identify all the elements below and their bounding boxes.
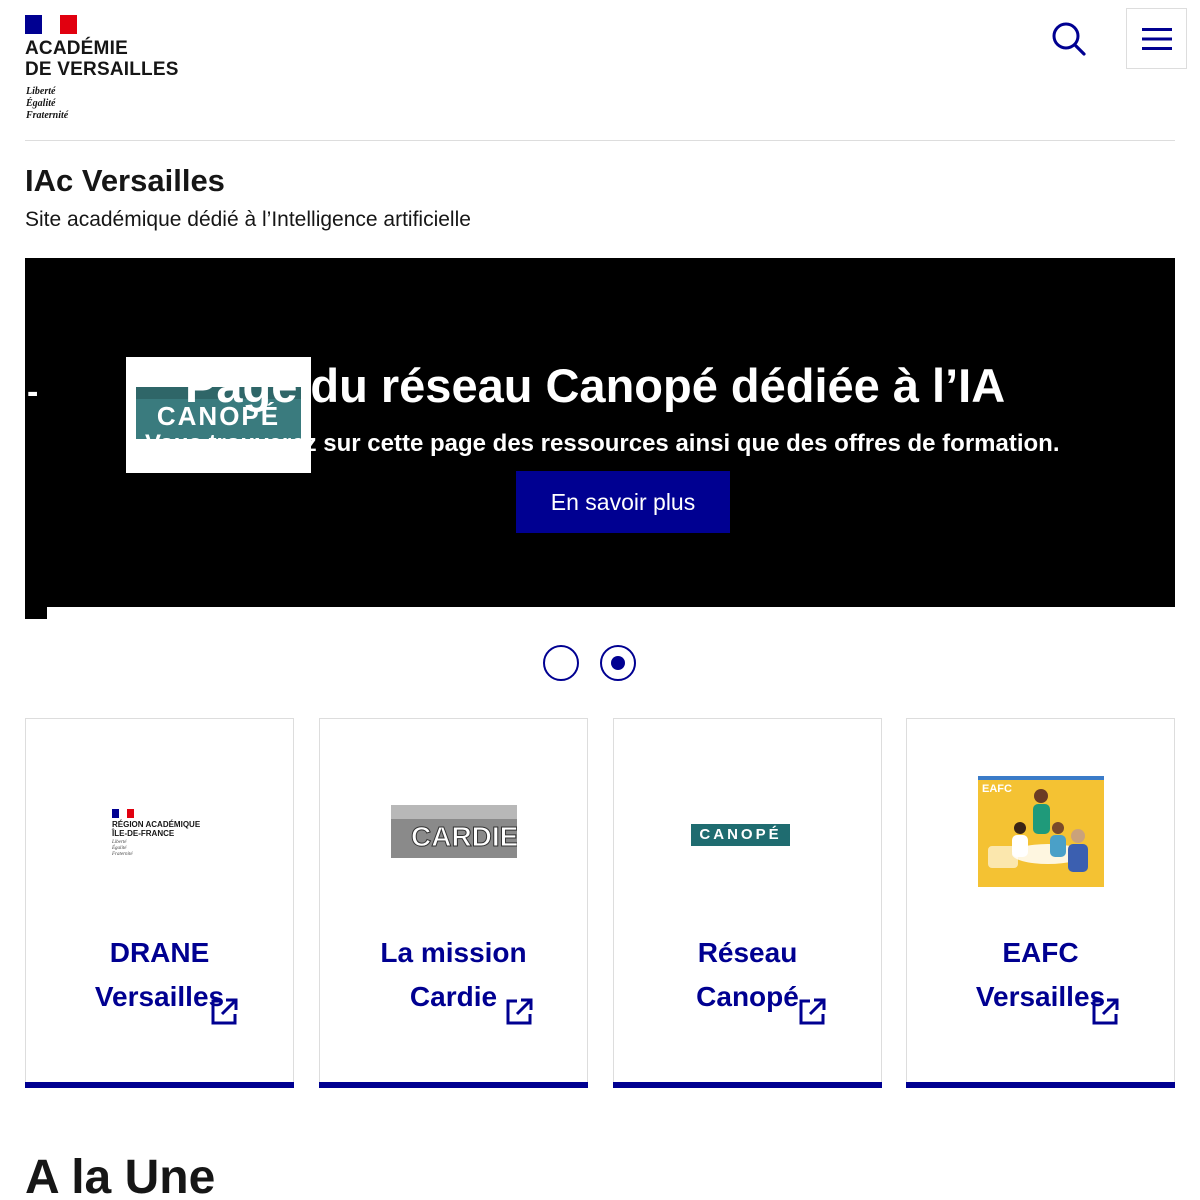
eafc-illustration: EAFC [978,776,1104,887]
card-title[interactable]: DRANE Versailles [26,931,293,1019]
cardie-logo-text: CARDIE [410,821,517,853]
search-icon [1052,22,1086,56]
motto-egalite: Égalité [26,98,56,109]
carousel-pagination [543,645,639,681]
menu-button[interactable] [1126,8,1187,69]
drane-logo-line-2: ÎLE-DE-FRANCE [112,829,175,838]
canope-logo: CANOPÉ [691,824,790,846]
card-title-line-1: EAFC [1002,937,1079,968]
card-eafc-versailles[interactable]: EAFC EAFC Versailles [906,718,1175,1088]
card-reseau-canope[interactable]: CANOPÉ Réseau Canopé [613,718,882,1088]
external-link-icon [1092,998,1119,1025]
hero-carousel: - CANOPÉ Page du réseau Canopé dédiée à … [25,258,1175,619]
external-link-icon [799,998,826,1025]
card-bottom-accent [613,1082,882,1088]
motto-fraternite: Fraternité [26,110,69,121]
learn-more-button[interactable]: En savoir plus [516,471,730,533]
card-title-line-1: DRANE [109,937,210,968]
section-heading-a-la-une: A la Une [25,1151,216,1200]
card-title[interactable]: Réseau Canopé [614,931,881,1019]
drane-logo: RÉGION ACADÉMIQUE ÎLE-DE-FRANCE Liberté … [112,809,222,863]
brand-line-1: ACADÉMIE [25,38,128,59]
card-title-line-1: La mission [380,937,527,968]
card-title-line-2: Canopé [696,981,799,1012]
marianne-flag-icon [112,809,134,818]
drane-logo-motto-3: Fraternité [112,852,133,857]
card-title-line-1: Réseau [697,937,798,968]
card-title[interactable]: EAFC Versailles [907,931,1174,1019]
card-bottom-accent [906,1082,1175,1088]
card-title[interactable]: La mission Cardie [320,931,587,1019]
external-link-icon [211,998,238,1025]
cardie-logo: CARDIE [391,805,517,858]
carousel-bottom-border [47,607,1175,619]
search-button[interactable] [1050,20,1088,58]
card-title-line-2: Versailles [94,981,225,1012]
people-meeting-icon [988,789,1088,872]
card-title-line-2: Cardie [409,981,498,1012]
site-title[interactable]: IAc Versailles [25,163,225,199]
carousel-previous-slide-fragment: - [27,373,39,411]
site-header: ACADÉMIE DE VERSAILLES Liberté Égalité F… [0,0,1200,140]
card-bottom-accent [319,1082,588,1088]
card-bottom-accent [25,1082,294,1088]
header-divider [25,140,1175,141]
slide-title: Page du réseau Canopé dédiée à l’IA [185,359,1006,412]
card-title-line-2: Versailles [975,981,1106,1012]
brand-name[interactable]: ACADÉMIE DE VERSAILLES [25,38,179,80]
brand-line-2: DE VERSAILLES [25,59,179,80]
external-link-icon [506,998,533,1025]
motto-liberte: Liberté [26,86,56,97]
carousel-dot-2-active[interactable] [600,645,636,681]
marianne-flag-icon [25,15,77,34]
republic-motto: Liberté Égalité Fraternité [26,86,68,122]
drane-logo-line-1: RÉGION ACADÉMIQUE [112,820,201,829]
site-subtitle: Site académique dédié à l’Intelligence a… [25,208,471,231]
carousel-dot-1[interactable] [543,645,579,681]
card-mission-cardie[interactable]: CARDIE La mission Cardie [319,718,588,1088]
hamburger-menu-icon [1141,27,1172,50]
slide-description: Vous trouverez sur cette page des ressou… [145,430,1060,457]
carousel-edge [25,258,47,619]
card-drane-versailles[interactable]: RÉGION ACADÉMIQUE ÎLE-DE-FRANCE Liberté … [25,718,294,1088]
